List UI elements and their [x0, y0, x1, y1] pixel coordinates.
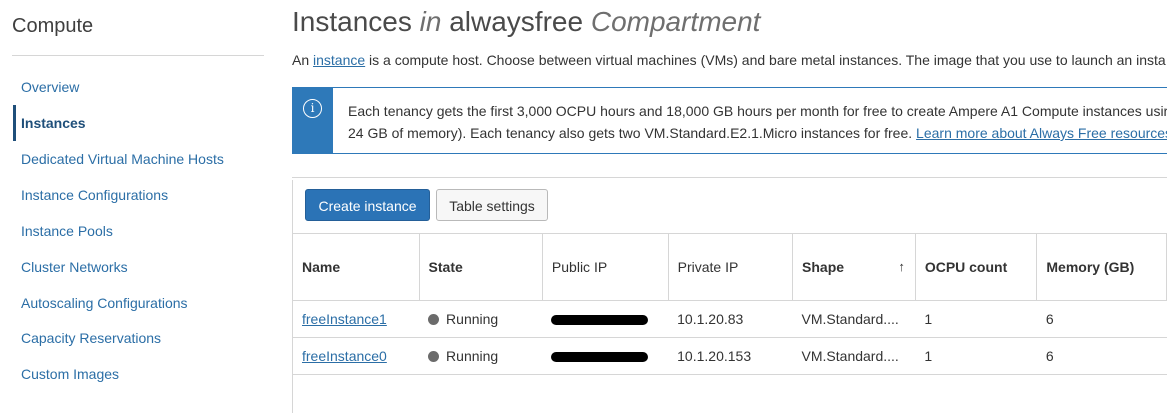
column-header-name[interactable]: Name: [292, 233, 420, 301]
instance-state-cell: Running: [419, 337, 543, 375]
sidebar-divider: [12, 55, 264, 56]
always-free-link[interactable]: Learn more about Always Free resources: [916, 125, 1167, 141]
page-title-suffix: Compartment: [590, 6, 761, 37]
instance-name-cell: freeInstance0: [292, 337, 420, 375]
info-banner: i Each tenancy gets the first 3,000 OCPU…: [292, 87, 1167, 154]
memory-cell: 6: [1036, 337, 1167, 375]
instance-name-cell: freeInstance1: [292, 300, 420, 338]
ocpu-count-cell: 1: [915, 300, 1037, 338]
info-banner-line2: 24 GB of memory). Each tenancy also gets…: [348, 122, 1167, 144]
sidebar-item-autoscaling-configurations[interactable]: Autoscaling Configurations: [13, 285, 263, 321]
sidebar-item-cluster-networks[interactable]: Cluster Networks: [13, 249, 263, 285]
status-dot-icon: [428, 351, 440, 362]
column-header-ocpu-count[interactable]: OCPU count: [914, 233, 1038, 301]
instance-state: Running: [446, 311, 499, 327]
info-banner-text: Each tenancy gets the first 3,000 OCPU h…: [348, 100, 1167, 144]
table-header-row: Name State Public IP Private IP Shape ↑ O…: [292, 233, 1167, 301]
page-title-main: Instances: [292, 6, 412, 37]
table-settings-button[interactable]: Table settings: [436, 189, 548, 221]
instances-table: Name State Public IP Private IP Shape ↑ O…: [292, 233, 1167, 375]
sidebar-item-instance-pools[interactable]: Instance Pools: [13, 213, 263, 249]
table-row: freeInstance0 Running 10.1.20.153 VM.Sta…: [292, 337, 1167, 375]
column-header-state[interactable]: State: [418, 233, 543, 301]
status-dot-icon: [428, 314, 440, 325]
sidebar-item-dedicated-vm-hosts[interactable]: Dedicated Virtual Machine Hosts: [13, 141, 263, 177]
info-banner-icon-box: i: [293, 88, 333, 153]
shape-cell: VM.Standard....: [792, 337, 916, 375]
intro-body: is a compute host. Choose between virtua…: [365, 52, 1166, 68]
info-banner-line1: Each tenancy gets the first 3,000 OCPU h…: [348, 103, 1167, 119]
table-row: freeInstance1 Running 10.1.20.83 VM.Stan…: [292, 300, 1167, 338]
column-header-shape-label: Shape: [802, 259, 845, 275]
column-header-memory[interactable]: Memory (GB): [1036, 233, 1167, 301]
shape-cell: VM.Standard....: [792, 300, 916, 338]
column-header-private-ip: Private IP: [667, 233, 794, 301]
intro-prefix: An: [292, 52, 314, 68]
instance-link[interactable]: instance: [313, 52, 365, 68]
instance-state-cell: Running: [419, 300, 543, 338]
memory-cell: 6: [1036, 300, 1167, 338]
private-ip-cell: 10.1.20.153: [668, 337, 793, 375]
sidebar-item-capacity-reservations[interactable]: Capacity Reservations: [13, 320, 263, 356]
sidebar-title: Compute: [12, 15, 94, 37]
private-ip-cell: 10.1.20.83: [668, 300, 793, 338]
sidebar-item-overview[interactable]: Overview: [13, 69, 263, 105]
column-header-public-ip: Public IP: [541, 233, 669, 301]
redacted-public-ip: [551, 315, 649, 326]
sidebar-item-instance-configurations[interactable]: Instance Configurations: [13, 177, 263, 213]
redacted-public-ip: [551, 352, 649, 363]
info-banner-line2-text: 24 GB of memory). Each tenancy also gets…: [348, 125, 917, 141]
page-title-in: in: [419, 6, 442, 37]
public-ip-cell: [542, 300, 669, 338]
sidebar: Compute Overview Instances Dedicated Vir…: [0, 0, 280, 413]
sidebar-item-custom-images[interactable]: Custom Images: [13, 356, 263, 392]
info-icon: i: [303, 99, 322, 118]
instance-name-link[interactable]: freeInstance0: [302, 348, 387, 364]
arrow-up-icon[interactable]: ↑: [898, 259, 905, 274]
ocpu-count-cell: 1: [915, 337, 1037, 375]
column-header-shape[interactable]: Shape ↑: [792, 233, 916, 301]
public-ip-cell: [542, 337, 669, 375]
page-title: Instances in alwaysfree Compartment: [292, 6, 760, 38]
instance-name-link[interactable]: freeInstance1: [302, 311, 387, 327]
instance-state: Running: [446, 348, 499, 364]
create-instance-button[interactable]: Create instance: [305, 189, 430, 221]
compartment-name: alwaysfree: [449, 6, 584, 37]
intro-text: An instance is a compute host. Choose be…: [292, 52, 1166, 68]
sidebar-item-instances[interactable]: Instances: [13, 105, 263, 141]
